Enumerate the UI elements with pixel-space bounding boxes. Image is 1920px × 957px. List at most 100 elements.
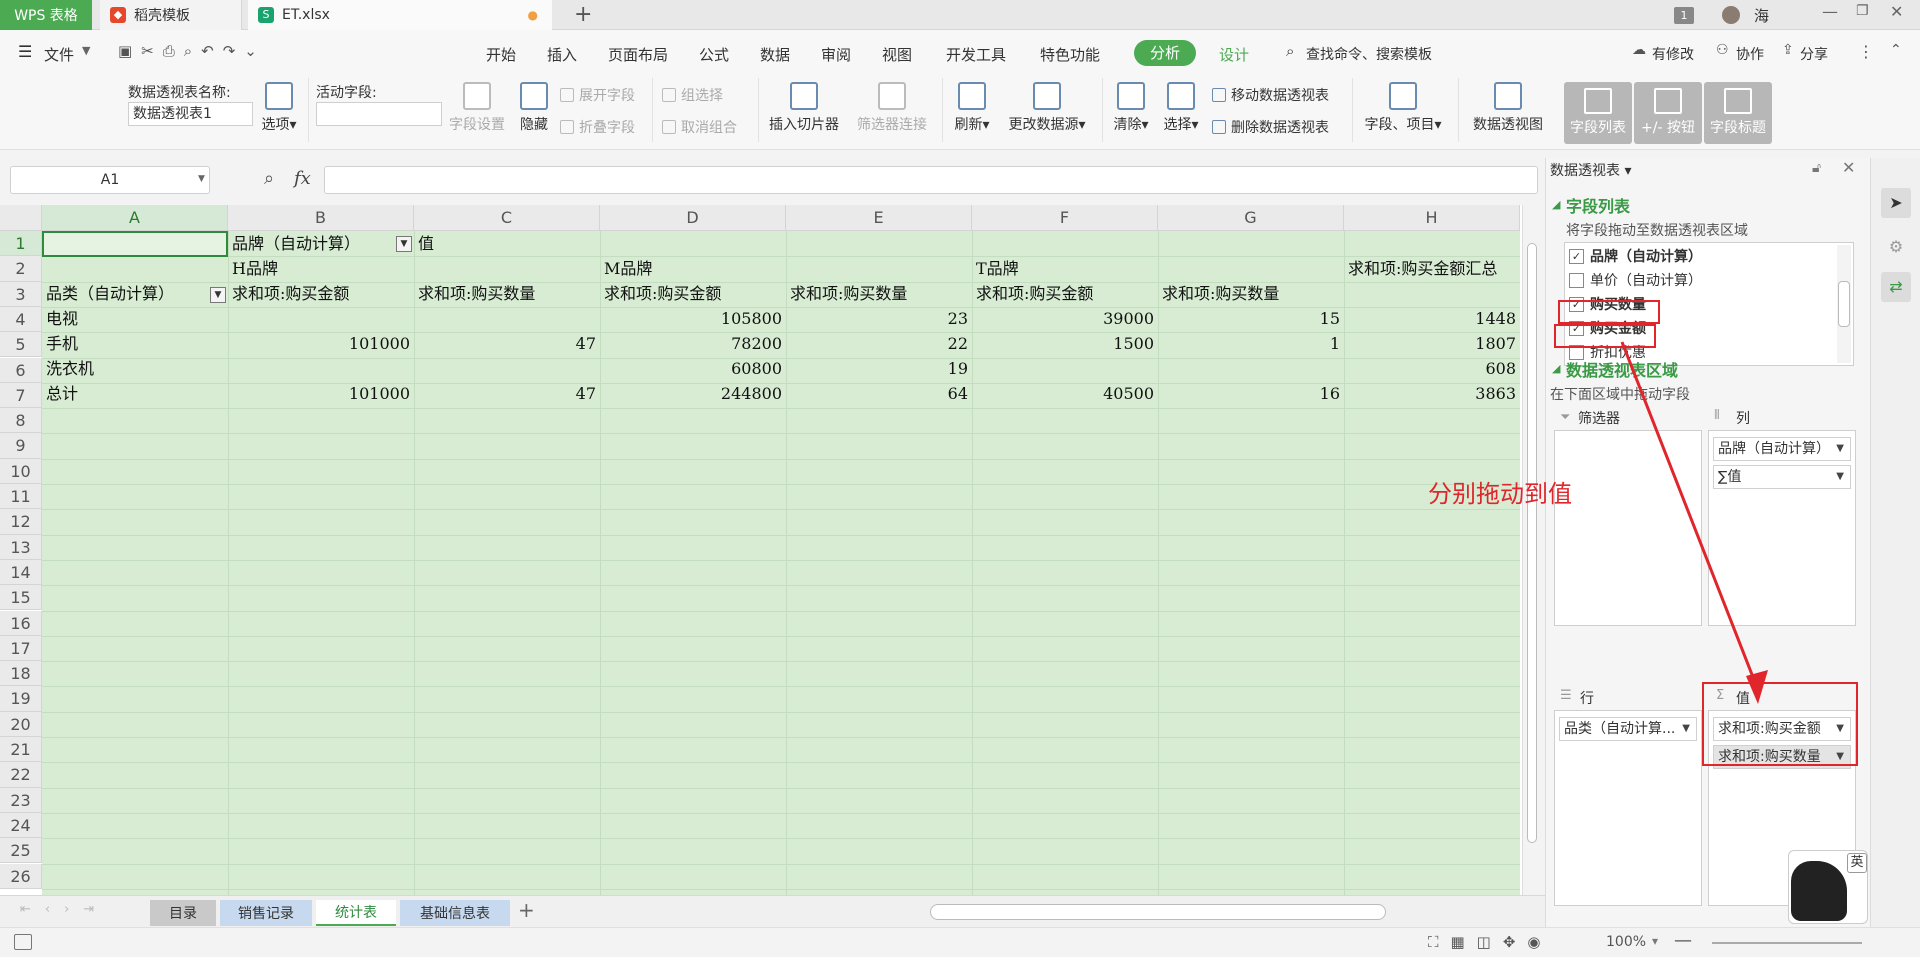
zoom-lens-icon[interactable]: ⌕ xyxy=(264,168,274,189)
row-header-10[interactable]: 10 xyxy=(0,458,42,484)
share-button[interactable]: 分享 xyxy=(1800,44,1828,64)
cell-f5[interactable]: 1500 xyxy=(972,331,1158,356)
row-header-24[interactable]: 24 xyxy=(0,812,42,839)
cell-d3[interactable]: 求和项:购买金额 xyxy=(600,281,786,306)
window-badge[interactable]: 1 xyxy=(1674,7,1694,24)
col-header-c[interactable]: C xyxy=(414,205,600,231)
field-headers-toggle[interactable]: 字段标题 xyxy=(1704,82,1772,144)
sheet-nav-icons[interactable]: ⇤‹›⇥ xyxy=(20,902,108,917)
cell-g4[interactable]: 15 xyxy=(1158,306,1344,331)
cell-g7[interactable]: 16 xyxy=(1158,381,1344,406)
row-header-11[interactable]: 11 xyxy=(0,484,42,510)
row-header-1[interactable]: 1 xyxy=(0,231,42,257)
fx-label[interactable]: fx xyxy=(294,168,311,189)
row-header-20[interactable]: 20 xyxy=(0,711,42,737)
fields-items-button[interactable]: 字段、项目▾ xyxy=(1358,82,1448,134)
chevron-down-icon[interactable]: ▾ xyxy=(1652,934,1658,948)
cell-e7[interactable]: 64 xyxy=(786,381,972,406)
row-header-19[interactable]: 19 xyxy=(0,686,42,712)
row-header-7[interactable]: 7 xyxy=(0,382,42,409)
ime-indicator[interactable]: 英 xyxy=(1847,853,1867,873)
chevron-down-icon[interactable]: ▼ xyxy=(1682,718,1690,740)
cursor-icon[interactable]: ➤ xyxy=(1881,188,1911,218)
avatar[interactable] xyxy=(1722,6,1740,24)
field-settings-button[interactable]: 字段设置 xyxy=(446,82,508,134)
menu-data[interactable]: 数据 xyxy=(760,44,790,65)
filter-connections-button[interactable]: 筛选器连接 xyxy=(852,82,932,134)
options-button[interactable]: 选项▾ xyxy=(256,82,302,134)
col-header-b[interactable]: B xyxy=(228,205,414,231)
row-header-3[interactable]: 3 xyxy=(0,281,42,307)
collapse-field-button[interactable]: 折叠字段 xyxy=(560,117,635,137)
group-selection-button[interactable]: 组选择 xyxy=(662,85,723,105)
cell-e3[interactable]: 求和项:购买数量 xyxy=(786,281,972,306)
row-item-category[interactable]: 品类（自动计算... ▼ xyxy=(1559,717,1697,741)
cell-h7[interactable]: 3863 xyxy=(1344,381,1520,406)
col-header-g[interactable]: G xyxy=(1158,205,1344,231)
clear-button[interactable]: 清除▾ xyxy=(1108,82,1154,134)
formula-input[interactable] xyxy=(324,166,1538,194)
move-pivot-button[interactable]: 移动数据透视表 xyxy=(1212,85,1329,105)
cell-b5[interactable]: 101000 xyxy=(228,331,414,356)
insert-slicer-button[interactable]: 插入切片器 xyxy=(764,82,844,134)
modified-status[interactable]: 有修改 xyxy=(1652,44,1694,64)
cell-h5[interactable]: 1807 xyxy=(1344,331,1520,356)
row-header-17[interactable]: 17 xyxy=(0,635,42,662)
row-header-13[interactable]: 13 xyxy=(0,534,42,560)
field-unit-price[interactable]: 单价（自动计算） xyxy=(1569,269,1702,293)
section-collapse-icon[interactable]: ◢ xyxy=(1552,198,1560,211)
checkbox-icon[interactable] xyxy=(1569,272,1584,288)
row-header-12[interactable]: 12 xyxy=(0,509,42,535)
row-header-6[interactable]: 6 xyxy=(0,357,42,383)
sheet-tab-basic-info[interactable]: 基础信息表 xyxy=(400,900,510,926)
row-header-18[interactable]: 18 xyxy=(0,661,42,687)
row-header-23[interactable]: 23 xyxy=(0,787,42,813)
row-header-14[interactable]: 14 xyxy=(0,559,42,586)
scroll-thumb[interactable] xyxy=(1527,243,1537,843)
filter-dropdown-icon[interactable]: ▼ xyxy=(396,236,412,252)
filter-dropdown-icon[interactable]: ▼ xyxy=(210,287,226,303)
menu-special[interactable]: 特色功能 xyxy=(1040,44,1100,65)
new-tab-button[interactable]: + xyxy=(574,2,592,27)
cell-h4[interactable]: 1448 xyxy=(1344,306,1520,331)
col-header-e[interactable]: E xyxy=(786,205,972,231)
select-button[interactable]: 选择▾ xyxy=(1158,82,1204,134)
row-header-8[interactable]: 8 xyxy=(0,408,42,434)
file-tab[interactable]: S ET.xlsx ● xyxy=(248,0,552,30)
row-header-22[interactable]: 22 xyxy=(0,762,42,788)
cell-e5[interactable]: 22 xyxy=(786,331,972,356)
menu-start[interactable]: 开始 xyxy=(486,44,516,65)
chevron-down-icon[interactable]: ▼ xyxy=(1836,438,1844,460)
sheet-tab-catalog[interactable]: 目录 xyxy=(150,900,216,926)
zoom-level[interactable]: 100% xyxy=(1606,934,1646,950)
cell-g5[interactable]: 1 xyxy=(1158,331,1344,356)
vertical-scrollbar[interactable] xyxy=(1522,205,1540,895)
collab-button[interactable]: 协作 xyxy=(1736,44,1764,64)
cell-c3[interactable]: 求和项:购买数量 xyxy=(414,281,600,306)
pivot-pane-icon[interactable]: ⇄ xyxy=(1881,272,1911,302)
row-header-16[interactable]: 16 xyxy=(0,610,42,636)
col-header-h[interactable]: H xyxy=(1344,205,1520,231)
minimize-icon[interactable]: — xyxy=(1822,2,1838,21)
col-header-d[interactable]: D xyxy=(600,205,786,231)
hide-button[interactable]: 隐藏 xyxy=(516,82,552,134)
cell-d7[interactable]: 244800 xyxy=(600,381,786,406)
template-tab[interactable]: ◆ 稻壳模板 xyxy=(100,0,242,30)
cell-h6[interactable]: 608 xyxy=(1344,356,1520,381)
cell-a6[interactable]: 洗衣机 xyxy=(42,356,228,381)
cell-f2[interactable]: T品牌 xyxy=(972,256,1344,281)
cell-g3[interactable]: 求和项:购买数量 xyxy=(1158,281,1344,306)
menu-page-layout[interactable]: 页面布局 xyxy=(608,44,668,65)
zoom-out-icon[interactable]: — xyxy=(1674,930,1692,951)
menu-formula[interactable]: 公式 xyxy=(699,44,729,65)
search-icon[interactable]: ⌕ xyxy=(1286,42,1294,60)
settings-sliders-icon[interactable]: ⚙ xyxy=(1881,232,1911,262)
more-icon[interactable]: ⋮ xyxy=(1858,42,1874,61)
cell-f4[interactable]: 39000 xyxy=(972,306,1158,331)
quick-access-icons[interactable]: ▣✂⎙⌕↶↷⌄ xyxy=(118,42,266,60)
cell-f7[interactable]: 40500 xyxy=(972,381,1158,406)
active-field-input[interactable] xyxy=(316,102,442,126)
menu-review[interactable]: 审阅 xyxy=(821,44,851,65)
ungroup-button[interactable]: 取消组合 xyxy=(662,117,737,137)
section-collapse-icon[interactable]: ◢ xyxy=(1552,362,1560,375)
